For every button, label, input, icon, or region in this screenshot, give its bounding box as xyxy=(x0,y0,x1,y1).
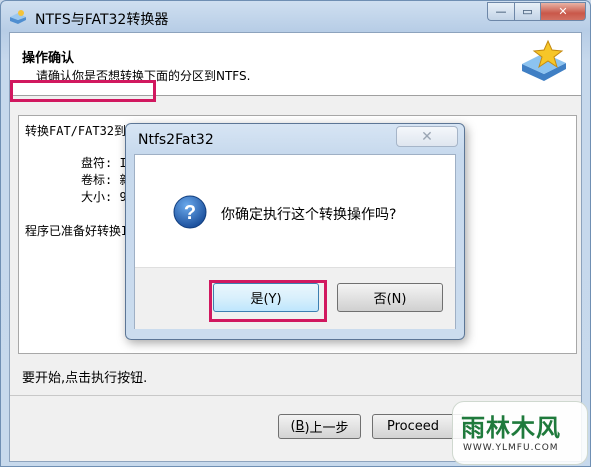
log-volume-line: 卷标: 新 xyxy=(81,173,132,187)
header-title: 操作确认 xyxy=(22,51,75,66)
log-drive-line: 盘符: I xyxy=(81,156,127,170)
window-controls: — ▭ ✕ xyxy=(487,2,586,21)
close-button[interactable]: ✕ xyxy=(540,2,586,21)
maximize-button[interactable]: ▭ xyxy=(514,2,540,21)
log-ready-line: 程序已准备好转换I xyxy=(25,224,129,238)
watermark-name: 雨林木风 xyxy=(461,413,561,442)
title-bar[interactable]: NTFS与FAT32转换器 — ▭ ✕ xyxy=(1,1,590,33)
app-icon xyxy=(10,10,26,24)
back-button[interactable]: (B)上一步 xyxy=(278,414,361,439)
back-label: )上一步 xyxy=(304,421,349,436)
no-button[interactable]: 否(N) xyxy=(337,283,443,312)
yes-highlight-box xyxy=(209,280,327,322)
dialog-message: 你确定执行这个转换操作吗? xyxy=(221,207,397,223)
status-text: 要开始,点击执行按钮. xyxy=(22,371,148,386)
watermark-url: WWW.YLMFU.COM xyxy=(463,443,559,453)
watermark-logo: 雨林木风 WWW.YLMFU.COM xyxy=(452,401,588,465)
footer-divider xyxy=(10,395,581,396)
window-title: NTFS与FAT32转换器 xyxy=(35,12,169,28)
back-accelerator: B xyxy=(295,419,305,434)
dialog-title: Ntfs2Fat32 xyxy=(138,132,214,148)
dialog-close-button[interactable]: ✕ xyxy=(396,126,458,147)
svg-text:?: ? xyxy=(184,202,196,224)
question-icon: ? xyxy=(173,195,207,229)
log-highlight-box xyxy=(10,80,156,102)
log-size-line: 大小: 9 xyxy=(81,190,127,204)
proceed-button[interactable]: Proceed xyxy=(372,414,464,439)
wizard-star-icon xyxy=(522,39,566,81)
minimize-button[interactable]: — xyxy=(487,2,514,21)
